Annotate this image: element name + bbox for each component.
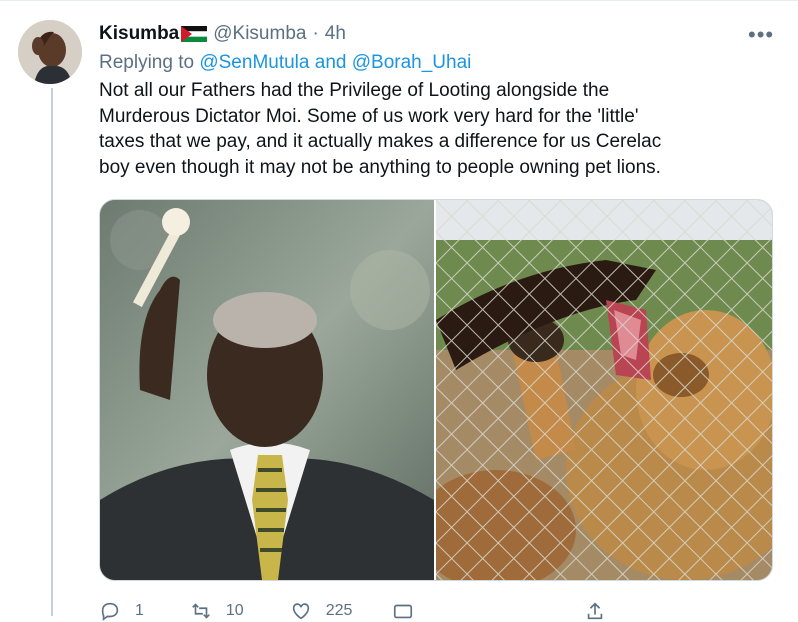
mention-link-2[interactable]: @Borah_Uhai: [352, 52, 472, 73]
retweet-icon: [192, 603, 210, 619]
top-divider: [0, 0, 798, 1]
replying-to-label: Replying to: [99, 52, 195, 73]
tweet-actions-bar: 1 10 225: [99, 600, 606, 622]
heart-icon: [292, 603, 309, 620]
reply-button[interactable]: 1: [99, 600, 144, 622]
media-photo-left[interactable]: [100, 200, 434, 580]
flag-icon: [181, 26, 208, 42]
retweet-count: 10: [225, 602, 244, 619]
tweet-header: Kisumba @Kisumba · 4h: [99, 22, 346, 46]
mention-and[interactable]: and: [315, 52, 347, 73]
dm-button[interactable]: [392, 600, 414, 622]
media-grid: [99, 199, 773, 581]
media-photo-right[interactable]: [436, 200, 772, 580]
message-icon: [394, 604, 413, 619]
replying-to-line: Replying to @SenMutula and @Borah_Uhai: [99, 52, 471, 74]
share-icon: [588, 602, 603, 620]
user-handle[interactable]: @Kisumba: [213, 23, 306, 45]
avatar[interactable]: [18, 20, 82, 84]
mention-link-1[interactable]: @SenMutula: [199, 52, 309, 73]
like-button[interactable]: 225: [290, 600, 353, 622]
share-button[interactable]: [584, 600, 606, 622]
reply-count: 1: [135, 602, 144, 619]
like-count: 225: [325, 602, 353, 619]
reply-icon: [101, 602, 119, 621]
tweet-text: Not all our Fathers had the Privilege of…: [99, 80, 662, 178]
timestamp[interactable]: 4h: [325, 23, 346, 45]
more-options-icon[interactable]: •••: [748, 22, 774, 48]
retweet-button[interactable]: 10: [190, 600, 244, 622]
separator-dot: ·: [312, 23, 319, 44]
display-name[interactable]: Kisumba: [99, 23, 179, 45]
thread-connector-line: [51, 88, 53, 616]
